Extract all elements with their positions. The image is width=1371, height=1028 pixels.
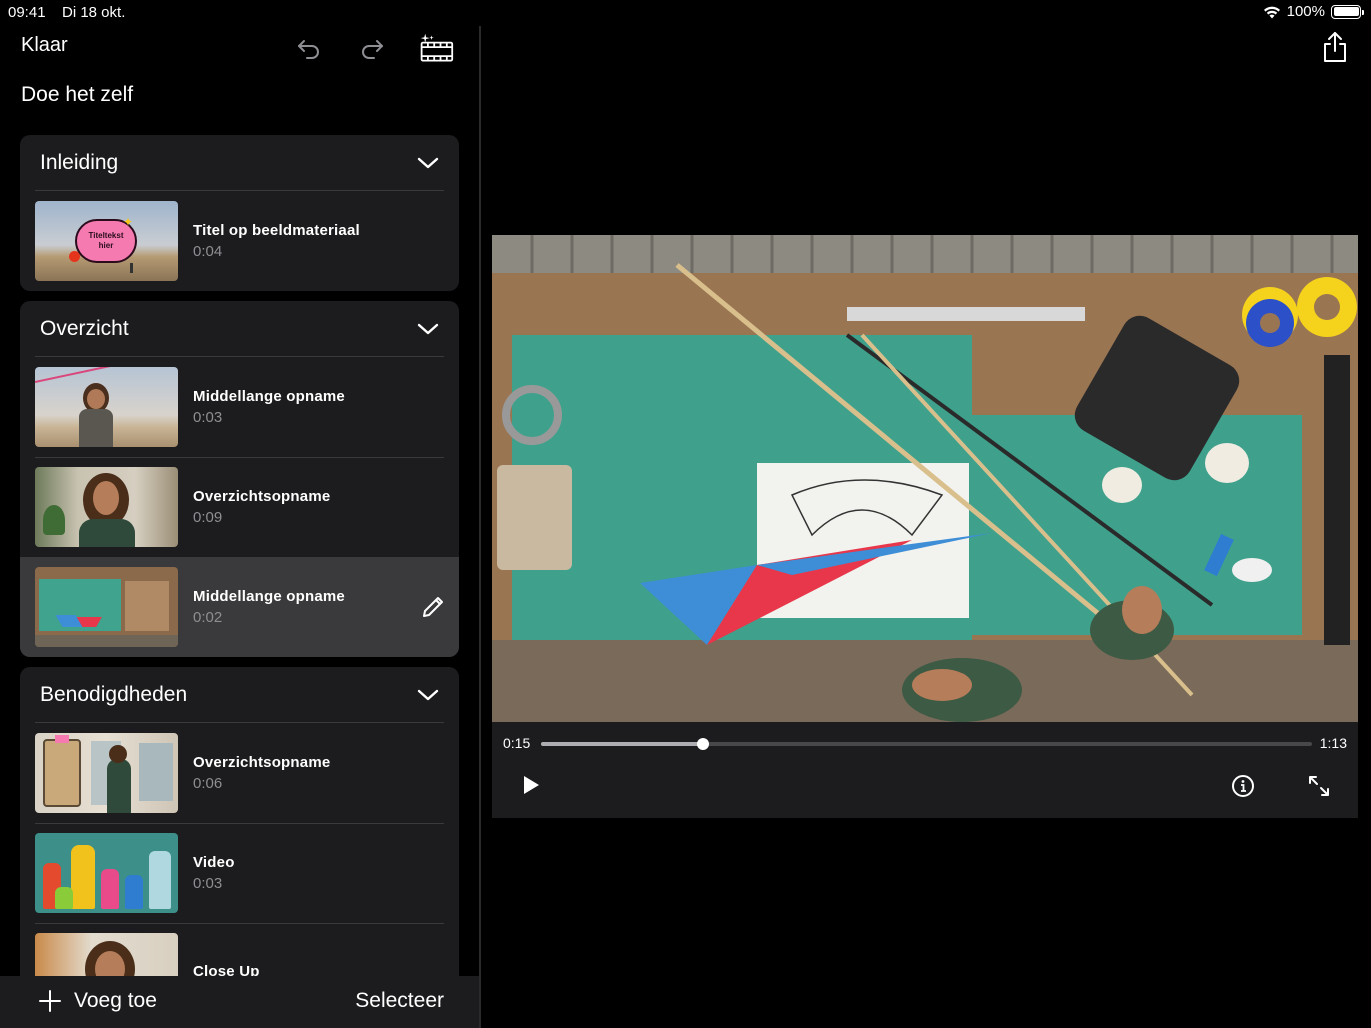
clip-item[interactable]: Video 0:03 bbox=[20, 823, 459, 923]
clip-duration: 0:02 bbox=[193, 609, 223, 626]
clip-title: Titel op beeldmateriaal bbox=[193, 222, 360, 239]
redo-icon[interactable] bbox=[354, 30, 390, 66]
status-date: Di 18 okt. bbox=[62, 4, 126, 21]
wifi-icon bbox=[1263, 6, 1280, 18]
page-title: Doe het zelf bbox=[21, 83, 134, 106]
clip-text: Overzichtsopname 0:06 bbox=[193, 754, 330, 792]
undo-icon[interactable] bbox=[291, 30, 327, 66]
clip-duration: 0:09 bbox=[193, 509, 223, 526]
total-time: 1:13 bbox=[1319, 735, 1347, 751]
clip-text: Middellange opname 0:03 bbox=[193, 388, 345, 426]
select-button[interactable]: Selecteer bbox=[355, 989, 444, 1013]
clip-text: Titel op beeldmateriaal 0:04 bbox=[193, 222, 360, 260]
clip-title: Video bbox=[193, 854, 235, 871]
current-time: 0:15 bbox=[503, 735, 531, 751]
play-icon[interactable] bbox=[519, 773, 543, 797]
info-icon[interactable] bbox=[1231, 774, 1255, 798]
video-image bbox=[492, 235, 1358, 722]
clip-thumbnail bbox=[35, 567, 178, 647]
clip-text: Overzichtsopname 0:09 bbox=[193, 488, 330, 526]
clip-duration: 0:03 bbox=[193, 875, 223, 892]
add-label: Voeg toe bbox=[74, 989, 157, 1012]
clip-thumbnail bbox=[35, 733, 178, 813]
clip-item[interactable]: Titeltekst hier ✦ Titel op beeldmateriaa… bbox=[20, 191, 459, 291]
video-player: 0:15 1:13 bbox=[492, 235, 1358, 818]
battery-icon bbox=[1331, 4, 1364, 19]
share-icon[interactable] bbox=[1320, 30, 1350, 64]
clip-title: Middellange opname bbox=[193, 588, 345, 605]
pencil-icon[interactable] bbox=[421, 595, 445, 619]
section-header[interactable]: Overzicht bbox=[35, 301, 444, 357]
thumb-title-text: Titeltekst hier bbox=[88, 231, 124, 250]
magic-movie-icon[interactable] bbox=[418, 30, 454, 66]
battery-percent: 100% bbox=[1286, 3, 1325, 20]
clip-title: Overzichtsopname bbox=[193, 488, 331, 505]
section-title: Overzicht bbox=[40, 316, 129, 340]
clip-item[interactable]: Overzichtsopname 0:06 bbox=[20, 723, 459, 823]
add-button[interactable]: Voeg toe bbox=[38, 989, 157, 1013]
clip-title: Middellange opname bbox=[193, 388, 345, 405]
chevron-down-icon[interactable] bbox=[417, 156, 439, 170]
clip-title: Overzichtsopname bbox=[193, 754, 331, 771]
section-title: Benodigdheden bbox=[40, 682, 188, 706]
status-right: 100% bbox=[1263, 3, 1364, 20]
scrubber-handle[interactable] bbox=[696, 738, 709, 750]
section-header[interactable]: Inleiding bbox=[35, 135, 444, 191]
video-frame[interactable] bbox=[492, 235, 1358, 722]
clip-thumbnail bbox=[35, 467, 178, 547]
status-bar: 09:41 Di 18 okt. 100% bbox=[0, 0, 1371, 26]
clip-text: Middellange opname 0:02 bbox=[193, 588, 345, 626]
section-inleiding: Inleiding Titeltekst hier ✦ Titel op bee… bbox=[20, 135, 459, 291]
clip-thumbnail: Titeltekst hier ✦ bbox=[35, 201, 178, 281]
bottom-toolbar: Voeg toe Selecteer bbox=[0, 976, 479, 1028]
section-header[interactable]: Benodigdheden bbox=[35, 667, 444, 723]
clip-item-selected[interactable]: Middellange opname 0:02 bbox=[20, 557, 459, 657]
person-silhouette bbox=[130, 263, 133, 273]
plus-icon bbox=[39, 990, 61, 1012]
clip-item[interactable]: Middellange opname 0:03 bbox=[20, 357, 459, 457]
clip-duration: 0:06 bbox=[193, 775, 223, 792]
clip-duration: 0:03 bbox=[193, 409, 223, 426]
panel-divider bbox=[479, 26, 481, 1028]
clip-item[interactable]: Overzichtsopname 0:09 bbox=[20, 457, 459, 557]
chevron-down-icon[interactable] bbox=[417, 322, 439, 336]
clip-thumbnail bbox=[35, 833, 178, 913]
scrubber[interactable] bbox=[541, 738, 1312, 750]
clip-thumbnail bbox=[35, 367, 178, 447]
done-button[interactable]: Klaar bbox=[21, 34, 68, 57]
red-dot bbox=[69, 251, 80, 262]
storyboard-panel: Klaar Doe het zelf Inleiding Titeltekst … bbox=[0, 26, 479, 1028]
scrubber-progress bbox=[541, 742, 703, 746]
section-benodigdheden: Benodigdheden Overzichtsopname 0:06 Vide… bbox=[20, 667, 459, 1007]
star-shape: ✦ bbox=[123, 215, 134, 229]
status-time: 09:41 bbox=[8, 4, 46, 21]
section-title: Inleiding bbox=[40, 150, 119, 174]
clip-duration: 0:04 bbox=[193, 243, 223, 260]
chevron-down-icon[interactable] bbox=[417, 688, 439, 702]
section-overzicht: Overzicht Middellange opname 0:03 Overzi… bbox=[20, 301, 459, 657]
clip-text: Video 0:03 bbox=[193, 854, 235, 892]
fullscreen-icon[interactable] bbox=[1307, 774, 1331, 798]
